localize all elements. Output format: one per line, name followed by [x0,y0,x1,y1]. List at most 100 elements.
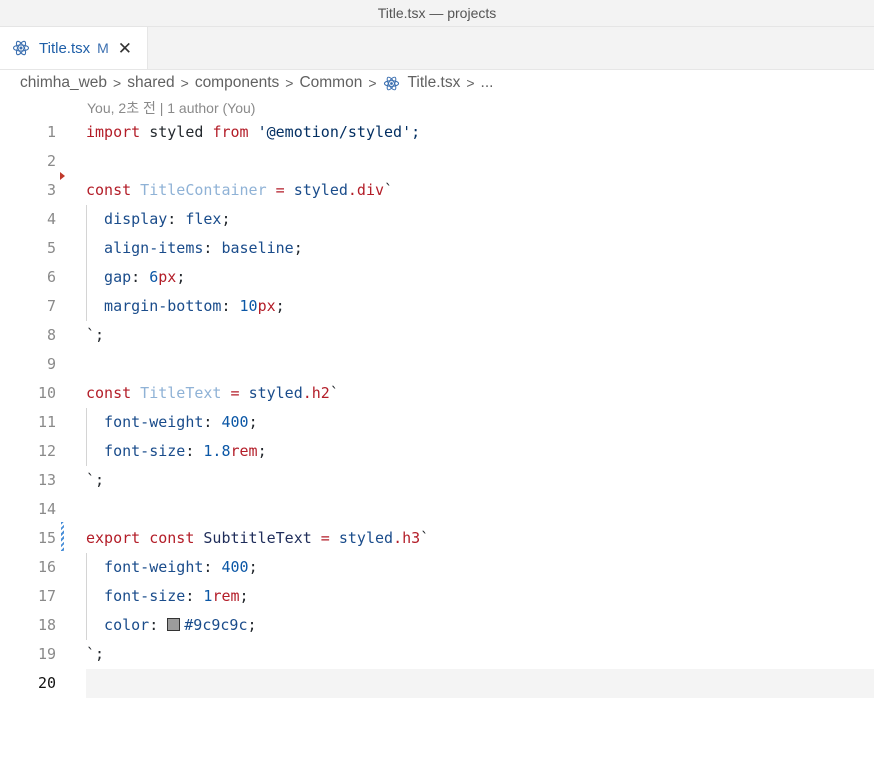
code-text: font-weight: 400; [86,408,258,437]
code-token: .h2 [302,384,330,402]
tab-label: Title.tsx [39,39,91,57]
code-token: = [266,181,294,199]
code-token: #9c9c9c [184,616,248,634]
breadcrumb-item-chimha-web[interactable]: chimha_web [20,74,107,92]
react-icon [383,76,399,90]
code-token: 400 [221,413,249,431]
code-text: `; [86,466,104,495]
code-line[interactable]: 11 font-weight: 400; [0,408,874,437]
code-token: font-weight [86,413,204,431]
tab-title-tsx[interactable]: Title.tsx M ✕ [0,27,148,69]
code-line[interactable]: 8 `; [0,321,874,350]
code-line[interactable]: 2 [0,147,874,176]
line-number: 20 [37,674,56,692]
code-text: `; [86,321,104,350]
code-token: : [185,587,204,605]
code-token: 400 [221,558,249,576]
color-swatch-icon[interactable] [167,618,181,631]
code-line[interactable]: 3 const TitleContainer = styled.div` [0,176,874,205]
code-token: flex [185,210,222,228]
code-token: 10 [239,297,258,315]
codelens-blame[interactable]: You, 2초 전 | 1 author (You) [87,98,255,118]
code-line[interactable]: 5 align-items: baseline; [0,234,874,263]
tab-bar: Title.tsx M ✕ [0,27,874,70]
code-token: ; [275,297,285,315]
code-token: '@emotion/styled'; [248,123,421,141]
code-line[interactable]: 6 gap: 6px; [0,263,874,292]
code-token: px [158,268,177,286]
code-text: const TitleText = styled.h2` [86,379,339,408]
code-token: ; [293,239,303,257]
code-token: : [203,239,222,257]
code-line[interactable]: 1 import styled from '@emotion/styled'; [0,118,874,147]
code-token: styled [338,529,394,547]
code-token: display [86,210,168,228]
line-number: 2 [46,152,56,170]
chevron-right-icon: > [466,75,475,91]
code-line[interactable]: 18 color: #9c9c9c; [0,611,874,640]
line-number: 6 [46,268,56,286]
code-token: .div [347,181,385,199]
code-token: px [257,297,276,315]
code-token: rem [212,587,240,605]
code-line[interactable]: 13 `; [0,466,874,495]
code-token: ` [420,529,430,547]
code-token: : [185,442,204,460]
code-line[interactable]: 12 font-size: 1.8rem; [0,437,874,466]
line-number: 4 [46,210,56,228]
code-token: font-size [86,442,186,460]
line-number: 19 [37,645,56,663]
breadcrumb-item-common[interactable]: Common [299,74,362,92]
breadcrumb-item-components[interactable]: components [195,74,279,92]
chevron-right-icon: > [285,75,294,91]
code-line[interactable]: 7 margin-bottom: 10px; [0,292,874,321]
code-line[interactable]: 16 font-weight: 400; [0,553,874,582]
code-token: align-items [86,239,204,257]
code-token: ; [247,616,257,634]
code-token: font-size [86,587,186,605]
code-editor[interactable]: 1 import styled from '@emotion/styled'; … [0,118,874,698]
code-token: ; [257,442,267,460]
close-icon[interactable]: ✕ [118,40,132,57]
code-line-current[interactable]: 20 [0,669,874,698]
code-token: const [86,384,132,402]
chevron-right-icon: > [113,75,122,91]
code-token: rem [230,442,258,460]
breadcrumb-item-symbols[interactable]: ... [481,74,494,92]
window-title: Title.tsx — projects [377,5,497,21]
code-text: align-items: baseline; [86,234,303,263]
line-number: 9 [46,355,56,373]
code-line[interactable]: 4 display: flex; [0,205,874,234]
line-number: 5 [46,239,56,257]
breadcrumb-item-shared[interactable]: shared [127,74,174,92]
code-text: `; [86,640,104,669]
code-line[interactable]: 19 `; [0,640,874,669]
breadcrumb-item-file[interactable]: Title.tsx [408,74,461,92]
code-line[interactable]: 14 [0,495,874,524]
code-token: : [203,413,222,431]
code-token: import [86,123,141,141]
code-line[interactable]: 17 font-size: 1rem; [0,582,874,611]
line-number: 18 [37,616,56,634]
code-token: .h3 [393,529,421,547]
chevron-right-icon: > [180,75,189,91]
code-token: const [149,529,195,547]
code-line[interactable]: 10 const TitleText = styled.h2` [0,379,874,408]
code-token: export [86,529,141,547]
line-number: 14 [37,500,56,518]
code-token: const [86,181,132,199]
window-titlebar: Title.tsx — projects [0,0,874,27]
line-number: 15 [37,529,56,547]
line-number: 8 [46,326,56,344]
code-token: color [86,616,150,634]
react-icon [12,40,30,56]
code-text: display: flex; [86,205,230,234]
breadcrumb: chimha_web > shared > components > Commo… [20,70,493,96]
line-number: 10 [37,384,56,402]
line-number: 12 [37,442,56,460]
code-token: ; [239,587,249,605]
code-line[interactable]: 9 [0,350,874,379]
code-token: : [203,558,222,576]
code-line[interactable]: 15 export const SubtitleText = styled.h3… [0,524,874,553]
